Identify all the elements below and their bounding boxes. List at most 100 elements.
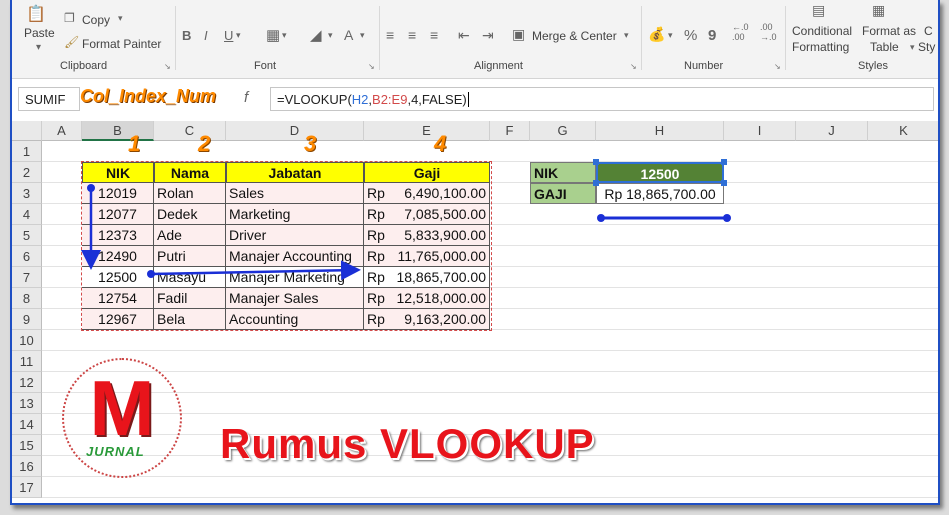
column-header-g[interactable]: G — [530, 121, 596, 141]
table-row-nik[interactable]: 12500 — [82, 267, 154, 288]
font-color-icon[interactable]: A — [344, 27, 353, 43]
table-row-jabatan[interactable]: Accounting — [226, 309, 364, 330]
table-row-gaji[interactable]: Rp 11,765,000.00 — [364, 246, 490, 267]
decrease-decimal-icon[interactable]: .00 →.0 — [760, 22, 777, 42]
table-row-jabatan[interactable]: Manajer Sales — [226, 288, 364, 309]
table-row-nik[interactable]: 12967 — [82, 309, 154, 330]
borders-dropdown-icon[interactable]: ▾ — [282, 30, 287, 41]
selection-handle[interactable] — [593, 180, 599, 186]
row-header-15[interactable]: 15 — [12, 435, 42, 456]
fill-color-icon[interactable]: ◢ — [310, 26, 322, 44]
table-row-gaji[interactable]: Rp 12,518,000.00 — [364, 288, 490, 309]
copy-icon[interactable]: ❐ — [64, 11, 75, 25]
paste-button[interactable]: Paste — [24, 26, 55, 40]
column-header-f[interactable]: F — [490, 121, 530, 141]
clipboard-launcher-icon[interactable]: ↘ — [164, 62, 171, 71]
copy-dropdown-icon[interactable]: ▾ — [118, 13, 123, 24]
merge-dropdown-icon[interactable]: ▾ — [624, 30, 629, 41]
table-row-gaji[interactable]: Rp 6,490,100.00 — [364, 183, 490, 204]
table-row-gaji[interactable]: Rp 7,085,500.00 — [364, 204, 490, 225]
cell-d2[interactable]: Jabatan — [226, 162, 364, 183]
column-header-h[interactable]: H — [596, 121, 724, 141]
paste-dropdown-icon[interactable]: ▾ — [36, 42, 41, 53]
row-header-11[interactable]: 11 — [12, 351, 42, 372]
fill-dropdown-icon[interactable]: ▾ — [328, 30, 333, 41]
merge-center-icon[interactable]: ▣ — [512, 26, 525, 43]
selection-handle[interactable] — [593, 159, 599, 165]
table-dropdown-icon[interactable]: ▾ — [910, 42, 915, 53]
row-header-5[interactable]: 5 — [12, 225, 42, 246]
borders-icon[interactable]: ▦ — [266, 26, 280, 44]
table-row-nik[interactable]: 12019 — [82, 183, 154, 204]
underline-dropdown-icon[interactable]: ▾ — [236, 30, 241, 41]
merge-center-button[interactable]: Merge & Center — [532, 29, 617, 43]
table-row-gaji[interactable]: Rp 5,833,900.00 — [364, 225, 490, 246]
cell-g3[interactable]: GAJI — [530, 183, 596, 204]
format-as-table-button-line1[interactable]: Format as — [862, 24, 916, 38]
cell-styles-button-line1[interactable]: C — [924, 24, 933, 38]
increase-indent-icon[interactable]: ⇥ — [482, 27, 494, 44]
font-color-dropdown-icon[interactable]: ▾ — [360, 30, 365, 41]
column-header-d[interactable]: D — [226, 121, 364, 141]
row-header-13[interactable]: 13 — [12, 393, 42, 414]
align-right-icon[interactable]: ≡ — [430, 27, 438, 43]
table-row-nama[interactable]: Putri — [154, 246, 226, 267]
table-row-gaji[interactable]: Rp 18,865,700.00 — [364, 267, 490, 288]
cell-styles-button-line2[interactable]: Sty — [918, 40, 935, 54]
bold-icon[interactable]: B — [182, 28, 191, 43]
selection-handle[interactable] — [721, 180, 727, 186]
accounting-dropdown-icon[interactable]: ▾ — [668, 30, 673, 41]
cell-b2[interactable]: NIK — [82, 162, 154, 183]
conditional-formatting-icon[interactable]: ▤ — [812, 2, 825, 19]
align-left-icon[interactable]: ≡ — [386, 27, 394, 43]
table-row-jabatan[interactable]: Driver — [226, 225, 364, 246]
percent-icon[interactable]: % — [684, 27, 697, 44]
conditional-formatting-button-line2[interactable]: Formatting — [792, 40, 849, 54]
column-header-k[interactable]: K — [868, 121, 938, 141]
formula-input[interactable]: =VLOOKUP(H2,B2:E9,4,FALSE)​ — [270, 87, 934, 111]
select-all-corner[interactable] — [12, 121, 42, 141]
column-header-c[interactable]: C — [154, 121, 226, 141]
table-row-nik[interactable]: 12490 — [82, 246, 154, 267]
conditional-formatting-button-line1[interactable]: Conditional — [792, 24, 852, 38]
alignment-launcher-icon[interactable]: ↘ — [630, 62, 637, 71]
comma-style-icon[interactable]: 9 — [708, 27, 716, 44]
table-row-jabatan[interactable]: Marketing — [226, 204, 364, 225]
column-header-e[interactable]: E — [364, 121, 490, 141]
number-launcher-icon[interactable]: ↘ — [774, 62, 781, 71]
decrease-indent-icon[interactable]: ⇤ — [458, 27, 470, 44]
table-row-nama[interactable]: Fadil — [154, 288, 226, 309]
row-header-7[interactable]: 7 — [12, 267, 42, 288]
row-header-9[interactable]: 9 — [12, 309, 42, 330]
table-row-nama[interactable]: Bela — [154, 309, 226, 330]
table-row-nik[interactable]: 12373 — [82, 225, 154, 246]
align-center-icon[interactable]: ≡ — [408, 27, 416, 43]
table-row-jabatan[interactable]: Manajer Marketing — [226, 267, 364, 288]
fx-icon[interactable]: f — [244, 89, 248, 106]
row-header-16[interactable]: 16 — [12, 456, 42, 477]
font-launcher-icon[interactable]: ↘ — [368, 62, 375, 71]
row-header-17[interactable]: 17 — [12, 477, 42, 498]
table-row-jabatan[interactable]: Manajer Accounting — [226, 246, 364, 267]
column-header-a[interactable]: A — [42, 121, 82, 141]
cell-h3[interactable]: Rp 18,865,700.00 — [596, 183, 724, 204]
cell-c2[interactable]: Nama — [154, 162, 226, 183]
copy-button[interactable]: Copy — [82, 13, 110, 27]
row-header-6[interactable]: 6 — [12, 246, 42, 267]
row-header-14[interactable]: 14 — [12, 414, 42, 435]
format-as-table-button-line2[interactable]: Table — [870, 40, 899, 54]
row-header-10[interactable]: 10 — [12, 330, 42, 351]
row-header-12[interactable]: 12 — [12, 372, 42, 393]
paste-icon[interactable]: 📋 — [26, 4, 46, 24]
row-header-3[interactable]: 3 — [12, 183, 42, 204]
cell-h2[interactable]: 12500 — [596, 162, 724, 183]
table-row-nama[interactable]: Ade — [154, 225, 226, 246]
table-row-gaji[interactable]: Rp 9,163,200.00 — [364, 309, 490, 330]
row-header-2[interactable]: 2 — [12, 162, 42, 183]
row-header-8[interactable]: 8 — [12, 288, 42, 309]
row-header-4[interactable]: 4 — [12, 204, 42, 225]
column-header-i[interactable]: I — [724, 121, 796, 141]
cell-g2[interactable]: NIK — [530, 162, 596, 183]
row-header-1[interactable]: 1 — [12, 141, 42, 162]
table-row-nama[interactable]: Dedek — [154, 204, 226, 225]
